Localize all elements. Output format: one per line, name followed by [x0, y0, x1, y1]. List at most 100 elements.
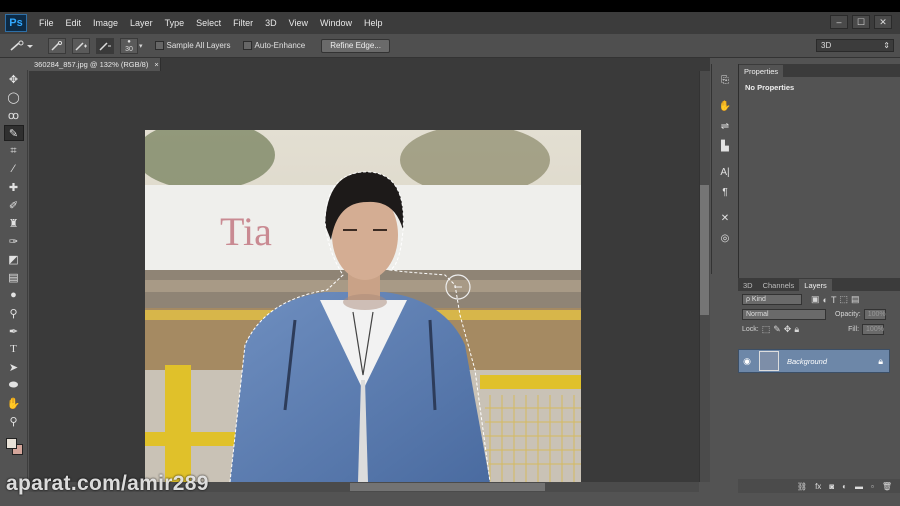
filter-smart-icon[interactable]: ▤: [851, 294, 860, 305]
blur-tool[interactable]: ●: [4, 287, 24, 303]
menu-type[interactable]: Type: [159, 18, 191, 28]
refine-edge-button[interactable]: Refine Edge...: [321, 38, 390, 53]
menu-3d[interactable]: 3D: [259, 18, 283, 28]
pen-tool[interactable]: ✒: [4, 323, 24, 339]
hand-tool[interactable]: ✋: [4, 395, 24, 411]
tool-preset-picker[interactable]: [6, 37, 36, 54]
tab-layers[interactable]: Layers: [799, 279, 832, 291]
filter-shape-icon[interactable]: ⬚: [839, 294, 848, 305]
clone-source-panel-button[interactable]: ◎: [716, 230, 735, 246]
minimize-button[interactable]: –: [830, 15, 848, 29]
filter-adjust-icon[interactable]: ◐: [823, 295, 828, 305]
workspace-select[interactable]: 3D ⇕: [816, 39, 894, 52]
shape-tool[interactable]: ⬬: [4, 377, 24, 393]
move-tool[interactable]: ✥: [4, 71, 24, 87]
filter-type-icon[interactable]: T: [831, 295, 837, 305]
crop-tool[interactable]: ⌗: [4, 143, 24, 159]
add-mask-icon[interactable]: ◙: [829, 482, 834, 491]
lock-position-icon[interactable]: ✥: [784, 324, 792, 335]
lock-image-icon[interactable]: ✎: [773, 324, 781, 335]
eraser-tool[interactable]: ◩: [4, 251, 24, 267]
tool-presets-panel-button[interactable]: ✕: [716, 210, 735, 226]
sample-all-layers-option[interactable]: Sample All Layers: [154, 41, 231, 50]
spot-heal-tool[interactable]: ✚: [4, 179, 24, 195]
lasso-tool[interactable]: ꝏ: [4, 107, 24, 123]
menu-image[interactable]: Image: [87, 18, 124, 28]
menu-view[interactable]: View: [283, 18, 314, 28]
type-tool[interactable]: T: [4, 341, 24, 357]
opacity-field[interactable]: 100%: [863, 309, 886, 320]
layer-fx-icon[interactable]: fx: [815, 482, 821, 491]
sample-all-layers-label: Sample All Layers: [166, 41, 231, 50]
brush-size-value: 30: [125, 45, 133, 53]
crop-icon: ⌗: [10, 144, 17, 157]
lock-row: Lock: ⬚ ✎ ✥ 🔒︎ Fill: 100%: [738, 324, 900, 335]
close-window-button[interactable]: ✕: [874, 15, 892, 29]
document-tab[interactable]: 360284_857.jpg @ 132% (RGB/8) ×: [29, 58, 161, 71]
brush-tool[interactable]: ✐: [4, 197, 24, 213]
adjustment-layer-icon[interactable]: ◐: [842, 482, 847, 491]
sample-all-layers-checkbox[interactable]: [154, 41, 164, 50]
kind-filter-select[interactable]: ρ Kind: [742, 294, 802, 305]
filter-pixel-icon[interactable]: ▣: [811, 294, 820, 305]
layer-row-background[interactable]: ◉ Background 🔒︎: [738, 349, 890, 373]
menu-select[interactable]: Select: [190, 18, 227, 28]
eyedropper-icon: ⁄: [12, 163, 15, 175]
character-icon: A|: [720, 166, 730, 178]
delete-layer-icon[interactable]: 🗑︎: [882, 482, 892, 491]
vertical-scroll-thumb[interactable]: [700, 185, 709, 315]
adjustments-panel-button[interactable]: ⇌: [716, 118, 735, 134]
hand-icon: ✋: [6, 397, 21, 410]
horizontal-scroll-thumb[interactable]: [350, 483, 545, 491]
eyedropper-tool[interactable]: ⁄: [4, 161, 24, 177]
photo-canvas[interactable]: Tia: [145, 130, 581, 482]
foreground-color-swatch[interactable]: [6, 438, 17, 449]
zoom-icon: ⚲: [9, 415, 18, 428]
styles-panel-button[interactable]: ▙: [716, 138, 735, 154]
letterbox-top: [0, 0, 900, 12]
clone-stamp-tool[interactable]: ♜: [4, 215, 24, 231]
tab-properties[interactable]: Properties: [739, 65, 784, 77]
auto-enhance-option[interactable]: Auto-Enhance: [242, 41, 305, 50]
dodge-tool[interactable]: ⚲: [4, 305, 24, 321]
fill-field[interactable]: 100%: [862, 324, 885, 335]
paragraph-icon: ¶: [722, 186, 728, 198]
lock-all-icon[interactable]: 🔒︎: [794, 324, 799, 335]
link-layers-icon[interactable]: ⛓: [797, 482, 807, 491]
menu-layer[interactable]: Layer: [124, 18, 159, 28]
layer-lock-icon: 🔒︎: [878, 355, 883, 366]
maximize-button[interactable]: ☐: [852, 15, 870, 29]
character-panel-button[interactable]: A|: [716, 164, 735, 180]
tab-3d[interactable]: 3D: [738, 279, 758, 291]
new-selection-button[interactable]: [48, 37, 66, 54]
brush-size-dropdown-icon[interactable]: ▾: [139, 42, 143, 50]
menu-window[interactable]: Window: [314, 18, 358, 28]
visibility-eye-icon[interactable]: ◉: [739, 356, 755, 367]
blend-mode-select[interactable]: Normal: [742, 309, 826, 320]
layer-name[interactable]: Background: [787, 357, 827, 366]
zoom-tool[interactable]: ⚲: [4, 413, 24, 429]
brush-add-icon: [75, 41, 87, 51]
brush-new-icon: [51, 40, 63, 51]
menu-filter[interactable]: Filter: [227, 18, 259, 28]
quick-selection-tool[interactable]: ✎: [3, 125, 24, 141]
menu-edit[interactable]: Edit: [60, 18, 88, 28]
menu-file[interactable]: File: [33, 18, 60, 28]
history-panel-button[interactable]: ⎘: [716, 72, 735, 88]
add-to-selection-button[interactable]: [72, 37, 90, 54]
subtract-from-selection-button[interactable]: [96, 37, 114, 54]
close-tab-icon[interactable]: ×: [154, 60, 158, 69]
new-layer-icon[interactable]: ▫: [871, 482, 874, 491]
new-group-icon[interactable]: ▬: [855, 482, 863, 491]
gradient-tool[interactable]: ▤: [4, 269, 24, 285]
brush-size-picker[interactable]: ● 30: [120, 37, 138, 54]
tab-channels[interactable]: Channels: [758, 279, 800, 291]
history-brush-tool[interactable]: ✑: [4, 233, 24, 249]
actions-panel-button[interactable]: ✋: [716, 98, 735, 114]
marquee-tool[interactable]: ◯: [4, 89, 24, 105]
path-select-tool[interactable]: ➤: [4, 359, 24, 375]
paragraph-panel-button[interactable]: ¶: [716, 184, 735, 200]
lock-pixels-icon[interactable]: ⬚: [762, 324, 771, 335]
auto-enhance-checkbox[interactable]: [242, 41, 252, 50]
menu-help[interactable]: Help: [358, 18, 389, 28]
